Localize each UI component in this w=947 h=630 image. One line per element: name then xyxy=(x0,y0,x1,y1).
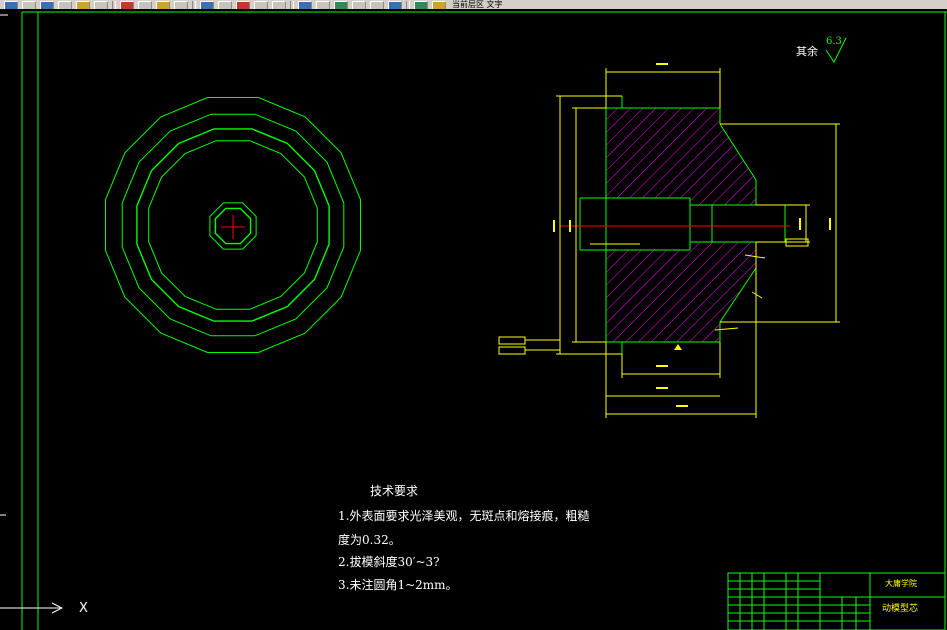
copy-icon[interactable] xyxy=(94,0,108,9)
zoom-realtime-icon[interactable] xyxy=(218,0,232,9)
properties-icon[interactable] xyxy=(298,0,312,9)
paste-icon[interactable] xyxy=(174,0,188,9)
undo-icon[interactable] xyxy=(120,0,134,9)
zoom-window-icon[interactable] xyxy=(236,0,250,9)
print-icon[interactable] xyxy=(58,0,72,9)
toolbar-separator xyxy=(406,0,410,9)
pan-icon[interactable] xyxy=(200,0,214,9)
model-space-background xyxy=(0,9,947,630)
roughness-value: 6.3 xyxy=(826,36,842,47)
sheet-set-icon[interactable] xyxy=(352,0,366,9)
roughness-label: 其余 xyxy=(796,45,818,58)
ucs-x-label: X xyxy=(79,601,88,616)
toolbar-separator xyxy=(290,0,294,9)
redo-icon[interactable] xyxy=(138,0,152,9)
save-icon[interactable] xyxy=(40,0,54,9)
cut-icon[interactable] xyxy=(76,0,90,9)
design-center-icon[interactable] xyxy=(316,0,330,9)
toolbar-separator xyxy=(192,0,196,9)
tool-palette-icon[interactable] xyxy=(334,0,348,9)
title-block-school: 大庸学院 xyxy=(885,579,917,588)
layer-manager-icon[interactable] xyxy=(414,0,428,9)
tech-requirements-title: 技术要求 xyxy=(370,484,419,498)
tech-requirement-line-2: 度为0.32。 xyxy=(338,533,401,547)
drawing-canvas[interactable] xyxy=(0,9,947,630)
toolbar-separator xyxy=(112,0,116,9)
zoom-extents-icon[interactable] xyxy=(272,0,286,9)
zoom-previous-icon[interactable] xyxy=(254,0,268,9)
layer-status-text[interactable]: 当前层区 文字 xyxy=(452,0,503,9)
layer-state-icon[interactable] xyxy=(432,0,446,9)
markup-icon[interactable] xyxy=(370,0,384,9)
calculator-icon[interactable] xyxy=(388,0,402,9)
tech-requirement-line-1: 1.外表面要求光泽美观，无斑点和熔接痕，粗糙 xyxy=(338,509,590,523)
open-file-icon[interactable] xyxy=(22,0,36,9)
tech-requirement-line-4: 3.未注圆角1~2mm。 xyxy=(338,578,458,592)
match-properties-icon[interactable] xyxy=(156,0,170,9)
tech-requirement-line-3: 2.拔模斜度30′~3? xyxy=(338,555,440,569)
new-file-icon[interactable] xyxy=(4,0,18,9)
title-block-part-name: 动模型芯 xyxy=(882,604,919,614)
